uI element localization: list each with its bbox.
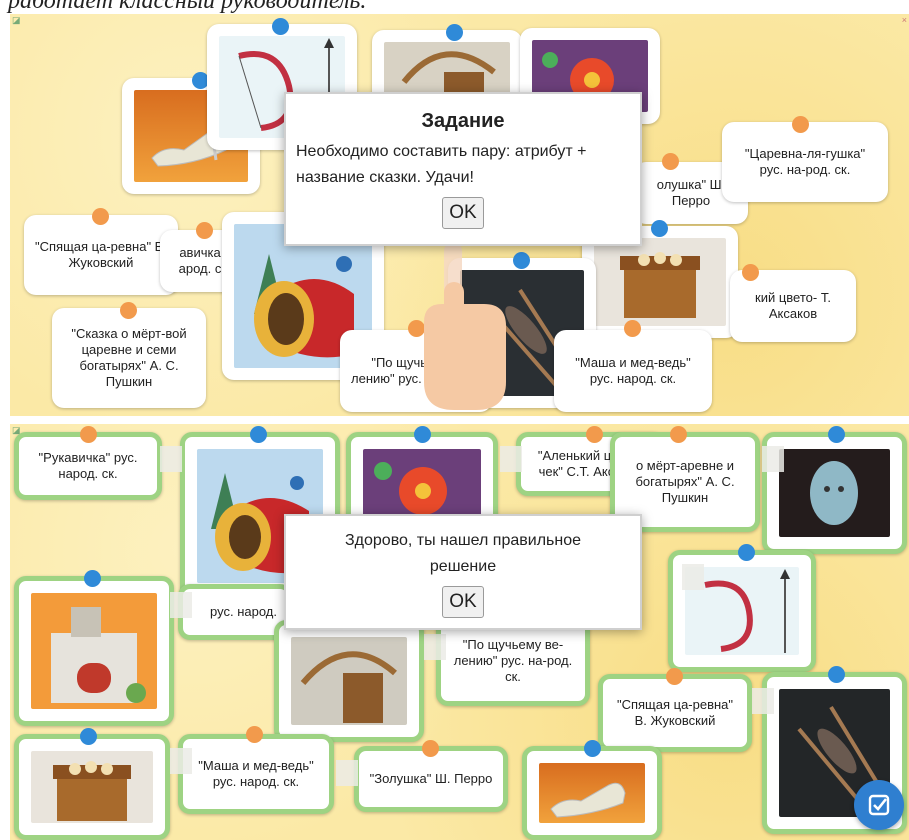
link-dot[interactable] <box>196 222 213 239</box>
link-dot[interactable] <box>828 666 845 683</box>
link-dot[interactable] <box>742 264 759 281</box>
check-icon <box>868 794 890 816</box>
card-oven-matched[interactable] <box>14 576 174 726</box>
task-panel: ◪ "Спящая ца-ревна" В. Жуковский авичка … <box>10 14 909 416</box>
connector-tape <box>170 748 192 774</box>
card-slipper-matched[interactable] <box>522 746 662 840</box>
link-dot[interactable] <box>586 426 603 443</box>
link-dot[interactable] <box>272 18 289 35</box>
connector-tape <box>170 592 192 618</box>
ok-button[interactable]: OK <box>442 586 484 618</box>
link-dot[interactable] <box>584 740 601 757</box>
ok-button[interactable]: OK <box>442 197 484 229</box>
check-button[interactable] <box>854 780 904 830</box>
card-masha[interactable]: "Маша и мед-ведь" рус. народ. ск. <box>554 330 712 412</box>
connector-tape <box>762 446 784 472</box>
card-masha-matched[interactable]: "Маша и мед-ведь" рус. народ. ск. <box>178 734 334 814</box>
link-dot[interactable] <box>80 728 97 745</box>
link-dot[interactable] <box>250 426 267 443</box>
hand-pointer-icon <box>424 242 506 410</box>
card-skazka-mertvoy[interactable]: "Сказка о мёрт-вой царевне и семи богаты… <box>52 308 206 408</box>
link-dot[interactable] <box>84 570 101 587</box>
connector-tape <box>500 446 522 472</box>
link-dot[interactable] <box>120 302 137 319</box>
connector-tape <box>336 760 358 786</box>
dialog-text: Необходимо составить пару: атрибут + наз… <box>296 143 587 186</box>
link-dot[interactable] <box>513 252 530 269</box>
result-panel: ◪ "Рукавичка" рус. народ. ск. "Аленький … <box>10 424 909 840</box>
link-dot[interactable] <box>92 208 109 225</box>
link-dot[interactable] <box>828 426 845 443</box>
link-dot[interactable] <box>246 726 263 743</box>
link-dot[interactable] <box>662 153 679 170</box>
dialog-text: Здорово, ты нашел правильное решение <box>345 532 581 575</box>
link-dot[interactable] <box>666 668 683 685</box>
cropped-caption: работает классный руководитель. <box>8 0 367 14</box>
card-buckets-matched[interactable] <box>274 620 424 742</box>
dialog-title: Задание <box>421 110 505 132</box>
close-icon[interactable]: × <box>902 15 907 25</box>
link-dot[interactable] <box>80 426 97 443</box>
link-dot[interactable] <box>792 116 809 133</box>
connector-tape <box>424 634 446 660</box>
card-spyashaya-matched[interactable]: "Спящая ца-ревна" В. Жуковский <box>598 674 752 752</box>
card-spyashaya[interactable]: "Спящая ца-ревна" В. Жуковский <box>24 215 178 295</box>
link-dot[interactable] <box>738 544 755 561</box>
task-dialog: Задание Необходимо составить пару: атриб… <box>284 92 642 246</box>
success-dialog: Здорово, ты нашел правильное решение OK <box>284 514 642 630</box>
card-tsarevna[interactable]: "Царевна-ля-гушка" рус. на-род. ск. <box>722 122 888 202</box>
link-dot[interactable] <box>651 220 668 237</box>
connector-tape <box>160 446 182 472</box>
link-dot[interactable] <box>446 24 463 41</box>
link-dot[interactable] <box>414 426 431 443</box>
link-dot[interactable] <box>624 320 641 337</box>
help-icon[interactable]: ◪ <box>12 15 21 26</box>
connector-tape <box>752 688 774 714</box>
link-dot[interactable] <box>670 426 687 443</box>
card-basket-matched[interactable] <box>14 734 170 840</box>
link-dot[interactable] <box>422 740 439 757</box>
connector-tape <box>682 564 704 590</box>
